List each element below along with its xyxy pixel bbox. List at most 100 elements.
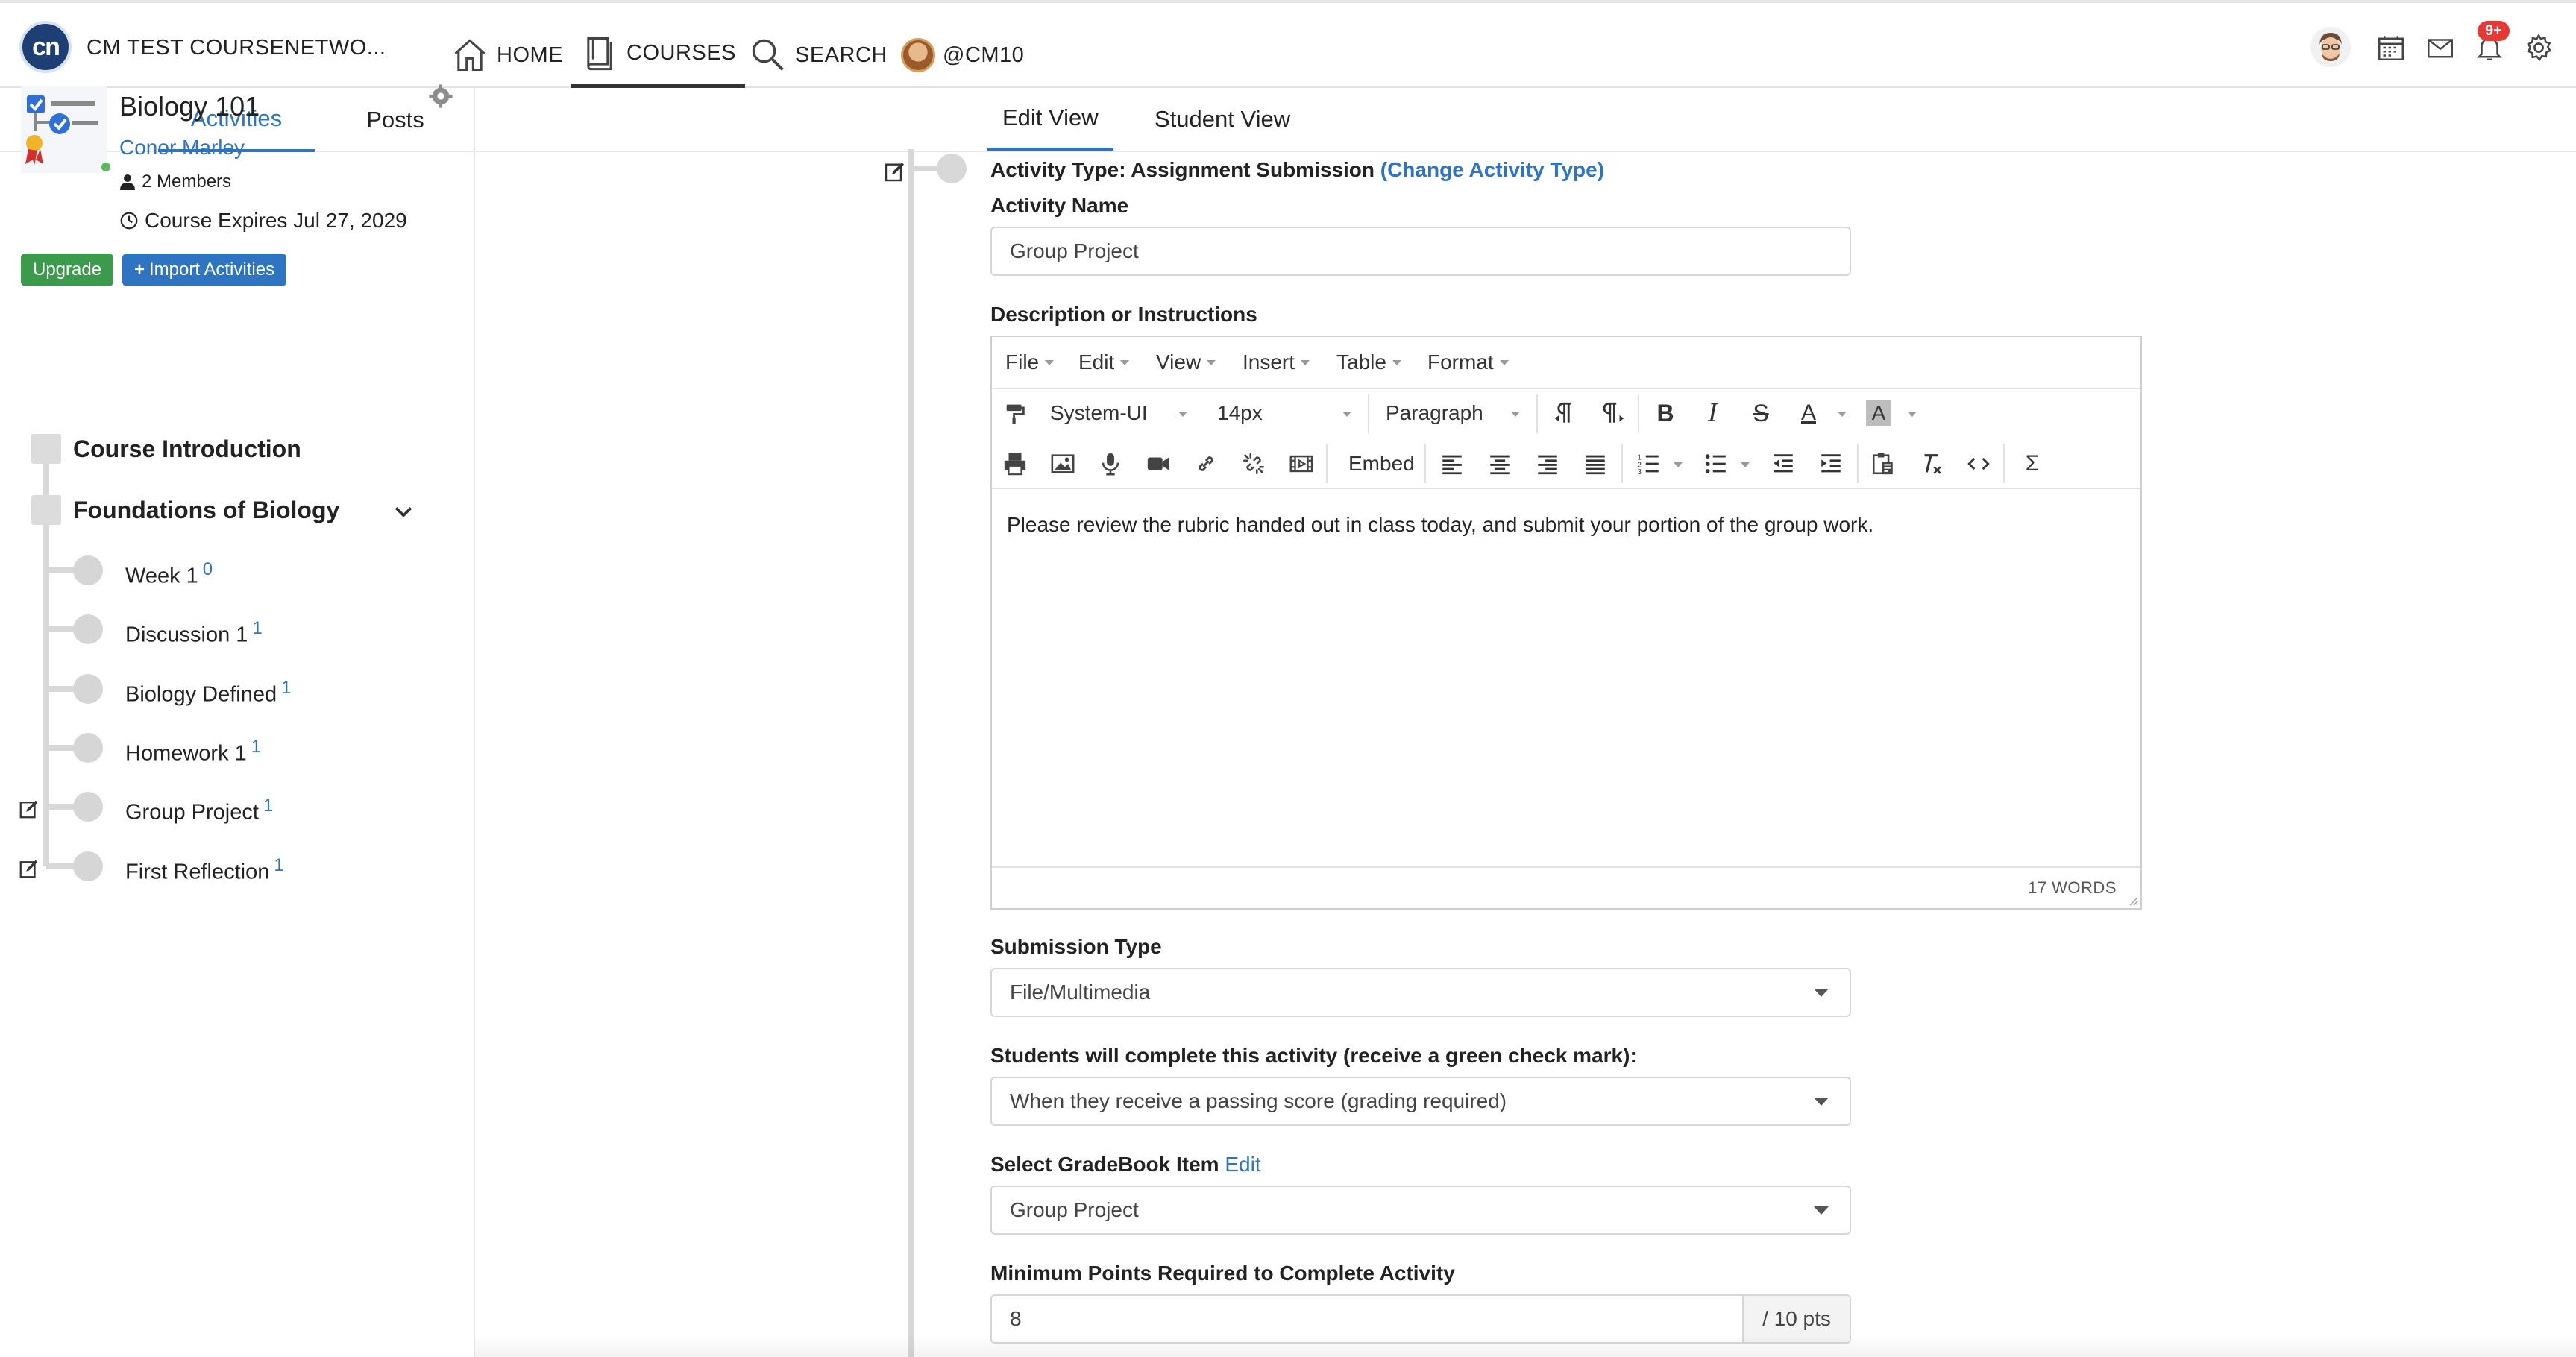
calendar-button[interactable] — [2370, 27, 2412, 69]
insert-image-button[interactable] — [1050, 450, 1075, 477]
activity-group-project[interactable]: Group Project 1 — [125, 796, 273, 825]
submission-type-select[interactable]: File/Multimedia — [990, 968, 1851, 1017]
edit-icon[interactable] — [18, 857, 40, 880]
nav-search[interactable]: SEARCH — [749, 22, 888, 88]
align-center-button[interactable] — [1487, 450, 1512, 477]
caret-down-icon — [1814, 1206, 1829, 1215]
menu-edit[interactable]: Edit — [1078, 350, 1130, 374]
clear-formatting-button[interactable] — [1918, 450, 1944, 477]
indent-button[interactable] — [1818, 450, 1844, 477]
paste-text-button[interactable] — [1870, 450, 1896, 477]
messages-button[interactable] — [2419, 27, 2461, 69]
outdent-button[interactable] — [1771, 450, 1796, 477]
numbered-list-button[interactable]: 123 — [1636, 450, 1662, 477]
menu-table-label: Table — [1336, 350, 1386, 374]
rtl-button[interactable] — [1600, 400, 1626, 426]
align-justify-button[interactable] — [1583, 450, 1608, 477]
nav-courses[interactable]: COURSES — [571, 22, 745, 88]
bold-button[interactable]: B — [1653, 400, 1678, 426]
nav-home[interactable]: HOME — [450, 22, 563, 88]
activity-week-1[interactable]: Week 10 — [125, 559, 213, 589]
activity-name-value: Group Project — [1010, 239, 1139, 262]
chevron-down-icon[interactable] — [391, 500, 416, 525]
insert-media-button[interactable] — [1289, 450, 1314, 477]
section-foundations-of-biology[interactable]: Foundations of Biology — [73, 497, 339, 524]
embed-button[interactable]: Embed — [1348, 450, 1415, 477]
align-right-button[interactable] — [1535, 450, 1560, 477]
format-painter-button[interactable] — [1002, 400, 1028, 426]
completion-select[interactable]: When they receive a passing score (gradi… — [990, 1077, 1851, 1126]
caret-icon — [1908, 412, 1917, 417]
editor-content[interactable]: Please review the rubric handed out in c… — [1007, 513, 1873, 537]
align-center-icon — [1490, 455, 1510, 475]
ltr-button[interactable] — [1553, 400, 1578, 426]
unlink-button[interactable] — [1241, 450, 1266, 477]
insert-link-button[interactable] — [1193, 450, 1219, 477]
insert-video-button[interactable] — [1146, 450, 1171, 477]
activity-name-input[interactable]: Group Project — [990, 227, 1851, 276]
activity-count: 1 — [281, 678, 292, 698]
gradebook-select[interactable]: Group Project — [990, 1186, 1851, 1235]
divider — [1326, 444, 1328, 483]
italic-button[interactable]: I — [1700, 398, 1726, 428]
print-icon — [1004, 453, 1026, 476]
block-format-select[interactable]: Paragraph — [1386, 400, 1483, 426]
math-equation-button[interactable]: Σ — [2020, 450, 2045, 477]
strikethrough-button[interactable]: S — [1748, 400, 1774, 426]
upgrade-button[interactable]: Upgrade — [21, 254, 114, 286]
menu-insert[interactable]: Insert — [1243, 350, 1310, 374]
divider — [1536, 394, 1538, 433]
activity-homework-1[interactable]: Homework 11 — [125, 737, 261, 766]
print-button[interactable] — [1002, 450, 1028, 477]
word-count[interactable]: 17 WORDS — [2028, 878, 2117, 898]
rtl-icon — [1603, 402, 1624, 423]
menu-table[interactable]: Table — [1336, 350, 1401, 374]
caret-icon — [1499, 359, 1509, 365]
text-color-button[interactable]: A — [1796, 398, 1821, 428]
completion-label: Students will complete this activity (re… — [990, 1044, 1637, 1067]
course-title[interactable]: Biology 101 — [119, 91, 260, 122]
course-members[interactable]: 2 Members — [119, 171, 231, 192]
tab-edit-view[interactable]: Edit View — [987, 88, 1113, 151]
min-points-group: 8 / 10 pts — [990, 1294, 1851, 1344]
book-icon — [587, 37, 612, 71]
nav-user-label: @CM10 — [943, 42, 1025, 67]
menu-format[interactable]: Format — [1427, 350, 1509, 374]
font-family-select[interactable]: System-UI — [1050, 400, 1148, 426]
editor-toolbar-row-2: Embed 123 Σ — [992, 438, 2140, 489]
course-owner-link[interactable]: Conor Marley — [119, 136, 245, 160]
source-code-button[interactable] — [1966, 450, 1991, 477]
align-left-button[interactable] — [1439, 450, 1465, 477]
activity-marker — [73, 614, 103, 644]
calendar-icon — [2378, 36, 2404, 60]
caret-icon — [1838, 412, 1847, 417]
align-left-icon — [1442, 455, 1462, 475]
change-activity-type-link[interactable]: (Change Activity Type) — [1380, 158, 1604, 181]
font-size-select[interactable]: 14px — [1217, 400, 1263, 426]
course-settings-icon[interactable] — [428, 84, 453, 109]
site-logo[interactable]: cn — [19, 21, 72, 73]
resize-handle-icon[interactable] — [2126, 893, 2139, 907]
section-course-introduction[interactable]: Course Introduction — [73, 435, 301, 463]
edit-icon[interactable] — [883, 160, 907, 183]
min-points-input[interactable]: 8 — [992, 1296, 1742, 1342]
insert-audio-button[interactable] — [1098, 450, 1123, 477]
activity-discussion-1[interactable]: Discussion 11 — [125, 618, 263, 648]
profile-avatar[interactable] — [2310, 27, 2351, 67]
edit-icon[interactable] — [18, 798, 40, 820]
outdent-icon — [1774, 454, 1793, 473]
settings-button[interactable] — [2518, 27, 2560, 69]
gradebook-edit-link[interactable]: Edit — [1225, 1153, 1260, 1176]
menu-file[interactable]: File — [1005, 350, 1055, 374]
bullet-list-button[interactable] — [1703, 450, 1729, 477]
site-title[interactable]: CM TEST COURSENETWO... — [87, 36, 386, 60]
nav-user[interactable]: @CM10 — [901, 22, 1024, 88]
activity-biology-defined[interactable]: Biology Defined 1 — [125, 678, 292, 708]
tree-connector — [908, 149, 914, 1357]
activity-first-reflection[interactable]: First Reflection 1 — [125, 855, 284, 885]
tab-student-view[interactable]: Student View — [1146, 88, 1299, 151]
import-activities-button[interactable]: + Import Activities — [122, 254, 287, 286]
section-marker — [31, 495, 61, 525]
menu-view[interactable]: View — [1156, 350, 1216, 374]
highlight-color-button[interactable]: A — [1866, 400, 1891, 426]
